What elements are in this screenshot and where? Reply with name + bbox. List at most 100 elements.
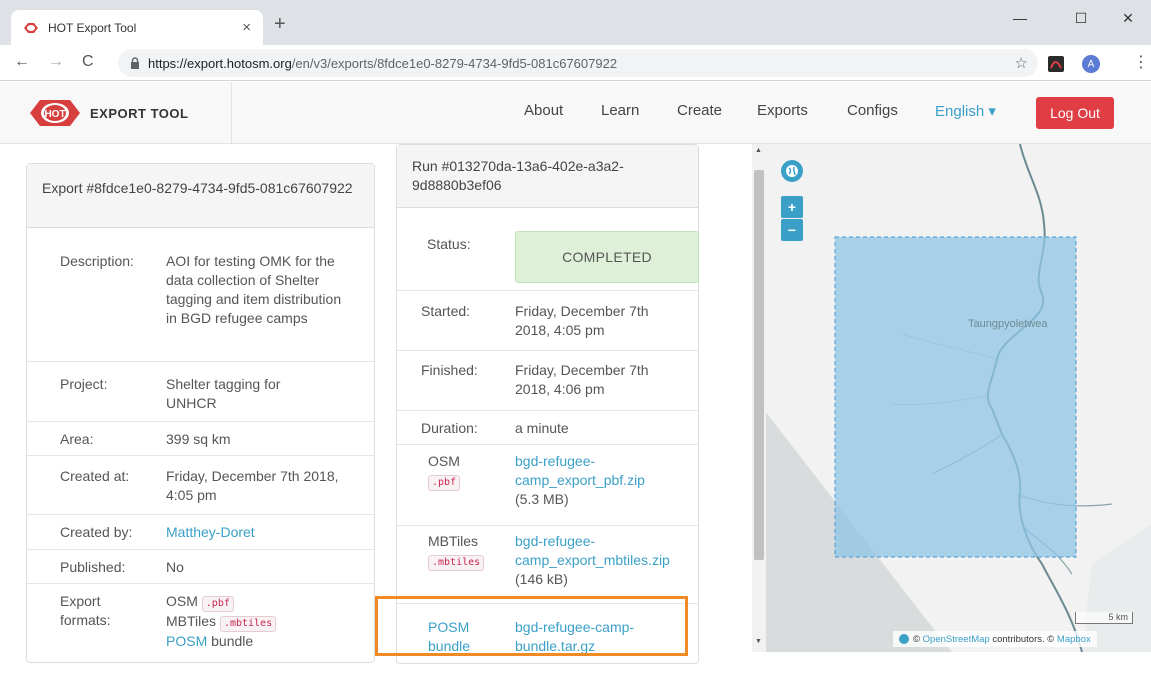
url-host: https://export.hotosm.org: [148, 55, 292, 71]
url-input[interactable]: https://export.hotosm.org/en/v3/exports/…: [118, 49, 1038, 77]
created-at-label: Created at:: [60, 468, 130, 484]
file-mbtiles-info: bgd-refugee-camp_export_mbtiles.zip (146…: [515, 532, 695, 589]
globe-icon[interactable]: [781, 160, 803, 182]
language-dropdown[interactable]: English ▾: [935, 102, 996, 120]
file-row-mbtiles: MBTiles .mbtiles bgd-refugee-camp_export…: [397, 525, 698, 603]
mapbox-logo-icon: [899, 634, 909, 644]
export-panel: Export #8fdce1e0-8279-4734-9fd5-081c6760…: [26, 163, 375, 663]
brand-text: EXPORT TOOL: [90, 105, 189, 121]
file-osm-size: (5.3 MB): [515, 491, 569, 507]
nav-about[interactable]: About: [524, 102, 563, 119]
nav-learn[interactable]: Learn: [601, 102, 639, 119]
finished-row: Finished: Friday, December 7th 2018, 4:0…: [397, 350, 698, 410]
file-mbtiles-format-name: MBTiles: [428, 533, 479, 549]
started-label: Started:: [421, 303, 471, 319]
map-scale: 5 km: [1075, 612, 1133, 624]
project-value: Shelter tagging for UNHCR: [166, 376, 281, 411]
area-value: 399 sq km: [166, 431, 231, 447]
duration-label: Duration:: [421, 420, 478, 436]
nav-create[interactable]: Create: [677, 102, 722, 119]
project-row: Project: Shelter tagging for UNHCR: [27, 361, 374, 421]
file-mbtiles-format: MBTiles .mbtiles: [428, 532, 485, 571]
format-mbtiles-code: .mbtiles: [219, 616, 277, 632]
project-label: Project:: [60, 376, 108, 392]
tab-close-icon[interactable]: ×: [242, 19, 251, 36]
nav-configs[interactable]: Configs: [847, 102, 898, 119]
formats-row: Export formats: OSM .pbf MBTiles .mbtile…: [27, 583, 374, 673]
window-minimize-icon[interactable]: —: [997, 0, 1043, 36]
run-panel: Run #013270da-13a6-402e-a3a2-9d8880b3ef0…: [396, 144, 699, 664]
format-posm: POSM bundle: [166, 632, 276, 651]
duration-row: Duration: a minute: [397, 410, 698, 444]
duration-value: a minute: [515, 420, 569, 436]
lock-icon: [131, 57, 139, 69]
zoom-out-button[interactable]: −: [781, 219, 803, 241]
hot-logo-icon: HOT: [30, 100, 80, 126]
reload-icon[interactable]: C: [82, 53, 94, 71]
file-osm-code: .pbf: [428, 475, 461, 491]
main-content: Export #8fdce1e0-8279-4734-9fd5-081c6760…: [0, 144, 752, 664]
attribution-mapbox-link[interactable]: Mapbox: [1057, 634, 1091, 645]
status-badge: COMPLETED: [515, 231, 699, 283]
file-osm-info: bgd-refugee-camp_export_pbf.zip (5.3 MB): [515, 452, 685, 509]
back-arrow-icon[interactable]: ←: [14, 53, 30, 71]
url-path: /en/v3/exports/8fdce1e0-8279-4734-9fd5-0…: [291, 55, 618, 71]
file-osm-format-name: OSM: [428, 453, 460, 469]
format-osm-name: OSM: [166, 593, 198, 609]
posm-highlight-box: [375, 596, 688, 656]
new-tab-icon[interactable]: +: [274, 13, 286, 36]
formats-label: Export formats:: [60, 593, 111, 628]
format-osm-code: .pbf: [201, 596, 234, 612]
published-value: No: [166, 559, 184, 575]
map-basemap: [752, 144, 1151, 652]
finished-label: Finished:: [421, 362, 478, 378]
started-value: Friday, December 7th 2018, 4:05 pm: [515, 303, 649, 338]
window-maximize-icon[interactable]: ☐: [1058, 0, 1104, 36]
browser-tabbar: HOT Export Tool × + — ☐ ✕: [0, 0, 1151, 45]
profile-avatar[interactable]: A: [1082, 55, 1100, 73]
address-bar: ← → C https://export.hotosm.org/en/v3/ex…: [0, 45, 1151, 81]
scroll-up-icon[interactable]: ▲: [755, 147, 762, 154]
attribution-osm-link[interactable]: OpenStreetMap: [923, 634, 990, 645]
file-mbtiles-code: .mbtiles: [428, 555, 485, 571]
status-row: Status: COMPLETED: [397, 208, 699, 290]
attribution-prefix: ©: [913, 633, 920, 645]
map-place-label: Taungpyoletwea: [968, 318, 1048, 330]
logout-button[interactable]: Log Out: [1036, 97, 1114, 129]
forward-arrow-icon[interactable]: →: [48, 53, 64, 71]
logo-text: HOT: [44, 109, 65, 120]
file-row-osm: OSM .pbf bgd-refugee-camp_export_pbf.zip…: [397, 444, 698, 525]
created-at-row: Created at: Friday, December 7th 2018, 4…: [27, 455, 374, 514]
file-osm-link[interactable]: bgd-refugee-camp_export_pbf.zip: [515, 452, 665, 490]
browser-menu-icon[interactable]: ⋮: [1133, 52, 1149, 72]
file-osm-format: OSM .pbf: [428, 452, 461, 491]
pdf-extension-icon[interactable]: [1048, 56, 1064, 72]
brand[interactable]: HOT EXPORT TOOL: [0, 82, 232, 144]
file-mbtiles-link[interactable]: bgd-refugee-camp_export_mbtiles.zip: [515, 532, 675, 570]
format-mbtiles: MBTiles .mbtiles: [166, 612, 277, 632]
run-heading: Run #013270da-13a6-402e-a3a2-9d8880b3ef0…: [397, 145, 698, 208]
format-osm: OSM .pbf: [166, 592, 276, 612]
map[interactable]: Taungpyoletwea 5 km © OpenStreetMap cont…: [752, 144, 1151, 652]
scroll-down-icon[interactable]: ▼: [755, 638, 762, 645]
published-row: Published: No: [27, 549, 374, 583]
site-header: HOT EXPORT TOOL About Learn Create Expor…: [0, 82, 1151, 144]
zoom-in-button[interactable]: +: [781, 196, 803, 218]
attribution-mid: contributors. ©: [992, 633, 1055, 645]
created-by-row: Created by: Matthey-Doret: [27, 514, 374, 549]
nav-exports[interactable]: Exports: [757, 102, 808, 119]
description-label: Description:: [60, 253, 134, 269]
area-label: Area:: [60, 431, 94, 447]
bookmark-star-icon[interactable]: ☆: [1015, 54, 1028, 72]
scrollbar-thumb[interactable]: [754, 170, 764, 560]
window-close-icon[interactable]: ✕: [1105, 0, 1151, 36]
created-by-link[interactable]: Matthey-Doret: [166, 523, 255, 542]
format-posm-link[interactable]: POSM: [166, 633, 207, 649]
area-row: Area: 399 sq km: [27, 421, 374, 455]
export-details: Description: AOI for testing OMK for the…: [27, 228, 374, 668]
formats-list: OSM .pbf MBTiles .mbtiles POSM bundle: [166, 592, 277, 651]
tab-title: HOT Export Tool: [48, 20, 137, 35]
format-posm-suffix: bundle: [211, 633, 254, 649]
browser-tab[interactable]: HOT Export Tool ×: [11, 10, 263, 45]
file-mbtiles-size: (146 kB): [515, 571, 568, 587]
